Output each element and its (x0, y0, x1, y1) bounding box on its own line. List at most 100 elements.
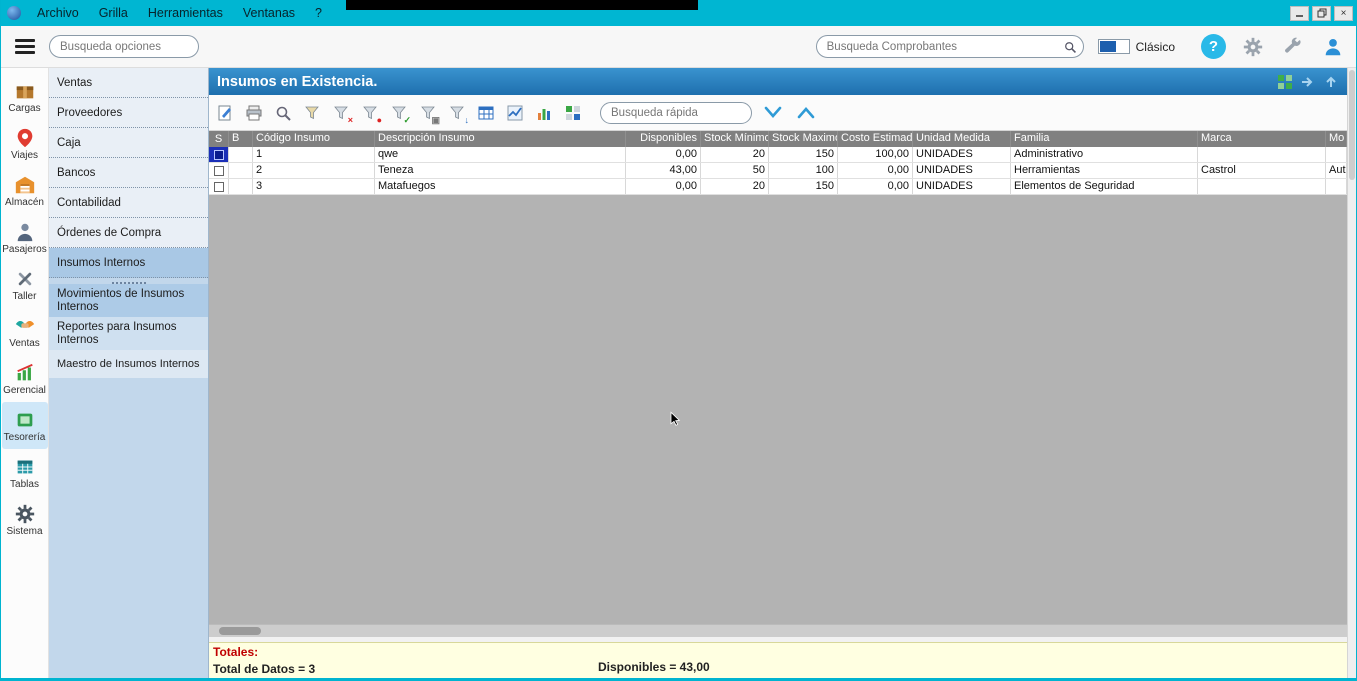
row-checkbox-cell[interactable] (209, 179, 229, 194)
col-header-stock-maximo[interactable]: Stock Maximo (769, 131, 838, 147)
data-table-icon[interactable] (476, 103, 496, 123)
rail-item-sistema[interactable]: Sistema (2, 496, 48, 543)
pivot-grid-icon[interactable] (563, 103, 583, 123)
rail-item-gerencial[interactable]: Gerencial (2, 355, 48, 402)
col-header-codigo[interactable]: Código Insumo (253, 131, 375, 147)
rail-item-cargas[interactable]: Cargas (2, 73, 48, 120)
restore-button[interactable] (1312, 5, 1331, 21)
rail-item-almacen[interactable]: Almacén (2, 167, 48, 214)
rail-item-pasajeros[interactable]: Pasajeros (2, 214, 48, 261)
nav-item-ordenes-compra[interactable]: Órdenes de Compra (49, 218, 208, 248)
cell-disponibles: 43,00 (626, 163, 701, 178)
collapse-panel-icon[interactable] (1323, 74, 1339, 90)
close-button[interactable]: × (1334, 5, 1353, 21)
row-checkbox-cell[interactable] (209, 163, 229, 178)
horizontal-scrollbar-thumb[interactable] (219, 627, 261, 635)
row-checkbox[interactable] (213, 165, 224, 176)
menu-archivo[interactable]: Archivo (27, 3, 89, 23)
quick-search-input[interactable] (611, 106, 765, 119)
col-header-familia[interactable]: Familia (1011, 131, 1198, 147)
edit-record-icon[interactable] (215, 103, 235, 123)
detach-window-icon[interactable] (1300, 74, 1316, 90)
filter-download-icon[interactable]: ↓ (447, 103, 469, 124)
rail-item-tesoreria[interactable]: Tesorería (1, 402, 48, 449)
nav-item-ventas[interactable]: Ventas (49, 68, 208, 98)
theme-toggle[interactable] (1097, 39, 1130, 54)
totals-footer: Totales: Total de Datos = 3 Disponibles … (209, 642, 1347, 678)
nav-item-bancos[interactable]: Bancos (49, 158, 208, 188)
nav-item-movimientos-insumos[interactable]: Movimientos de Insumos Internos (49, 284, 208, 317)
rail-item-ventas[interactable]: Ventas (2, 308, 48, 355)
layout-grid-icon[interactable] (1277, 74, 1293, 90)
user-profile-icon[interactable] (1320, 34, 1346, 60)
cell-costo: 0,00 (838, 179, 913, 194)
vertical-scrollbar[interactable] (1347, 68, 1356, 678)
menu-help[interactable]: ? (305, 3, 332, 23)
menu-herramientas[interactable]: Herramientas (138, 3, 233, 23)
tools-wrench-icon[interactable] (1280, 34, 1306, 60)
main-area: Cargas Viajes Almacén Pasajeros Taller V… (1, 68, 1356, 678)
nav-item-insumos-internos[interactable]: Insumos Internos (49, 248, 208, 278)
col-header-modelo[interactable]: Mo (1326, 131, 1347, 147)
grid-toolbar: × ● ✓ ▣ ↓ (209, 95, 1347, 131)
chevron-up-icon[interactable] (794, 103, 818, 123)
minimize-button[interactable] (1290, 5, 1309, 21)
row-checkbox-cell[interactable] (209, 147, 229, 162)
table-row[interactable]: 1 qwe 0,00 20 150 100,00 UNIDADES Admini… (209, 147, 1347, 163)
row-checkbox[interactable] (213, 149, 224, 160)
col-header-b[interactable]: B (229, 131, 253, 147)
options-search-input[interactable] (60, 40, 214, 53)
rail-item-tablas[interactable]: Tablas (2, 449, 48, 496)
col-header-disponibles[interactable]: Disponibles (626, 131, 701, 147)
col-header-costo[interactable]: Costo Estimado (838, 131, 913, 147)
grid-header: S B Código Insumo Descripción Insumo Dis… (209, 131, 1347, 147)
hamburger-menu-icon[interactable] (1, 39, 49, 54)
row-checkbox[interactable] (213, 181, 224, 192)
tools-icon (18, 272, 31, 285)
menu-ventanas[interactable]: Ventanas (233, 3, 305, 23)
table-row[interactable]: 2 Teneza 43,00 50 100 0,00 UNIDADES Herr… (209, 163, 1347, 179)
filter-edit-icon[interactable]: ● (360, 103, 382, 124)
gear-icon (15, 504, 34, 523)
filter-apply-icon[interactable]: ✓ (389, 103, 411, 124)
cell-familia: Administrativo (1011, 147, 1198, 162)
package-icon (16, 85, 33, 98)
col-header-marca[interactable]: Marca (1198, 131, 1326, 147)
rail-item-taller[interactable]: Taller (2, 261, 48, 308)
cell-descripcion: qwe (375, 147, 626, 162)
cell-disponibles: 0,00 (626, 147, 701, 162)
horizontal-scrollbar[interactable] (209, 624, 1347, 637)
cell-familia: Elementos de Seguridad (1011, 179, 1198, 194)
nav-item-contabilidad[interactable]: Contabilidad (49, 188, 208, 218)
cell-modelo (1326, 179, 1347, 194)
menu-grilla[interactable]: Grilla (89, 3, 138, 23)
col-header-stock-minimo[interactable]: Stock Mínimo (701, 131, 769, 147)
comprobantes-search-input[interactable] (826, 40, 1063, 53)
nav-item-reportes-insumos[interactable]: Reportes para Insumos Internos (49, 317, 208, 350)
overlapping-window-strip (346, 0, 698, 10)
panel-title-actions (1277, 74, 1339, 90)
chevron-down-icon[interactable] (761, 103, 785, 123)
cell-stock-maximo: 150 (769, 179, 838, 194)
help-button[interactable]: ? (1201, 34, 1226, 59)
print-icon[interactable] (244, 103, 264, 123)
col-header-unidad[interactable]: Unidad Medida (913, 131, 1011, 147)
col-header-descripcion[interactable]: Descripción Insumo (375, 131, 626, 147)
table-row[interactable]: 3 Matafuegos 0,00 20 150 0,00 UNIDADES E… (209, 179, 1347, 195)
vertical-scrollbar-thumb[interactable] (1349, 70, 1355, 180)
cell-stock-maximo: 100 (769, 163, 838, 178)
filter-remove-icon[interactable]: × (331, 103, 353, 124)
search-icon[interactable] (273, 103, 293, 123)
col-header-s[interactable]: S (209, 131, 229, 147)
filter-clear-icon[interactable]: ▣ (418, 103, 440, 124)
chart-bar-icon[interactable] (534, 103, 554, 123)
chart-line-icon[interactable] (505, 103, 525, 123)
rail-item-viajes[interactable]: Viajes (2, 120, 48, 167)
settings-gear-icon[interactable] (1240, 34, 1266, 60)
module-rail: Cargas Viajes Almacén Pasajeros Taller V… (1, 68, 49, 678)
filter-icon[interactable] (302, 103, 322, 123)
nav-item-caja[interactable]: Caja (49, 128, 208, 158)
map-pin-icon (17, 128, 32, 147)
nav-item-maestro-insumos[interactable]: Maestro de Insumos Internos (49, 350, 208, 378)
nav-item-proveedores[interactable]: Proveedores (49, 98, 208, 128)
